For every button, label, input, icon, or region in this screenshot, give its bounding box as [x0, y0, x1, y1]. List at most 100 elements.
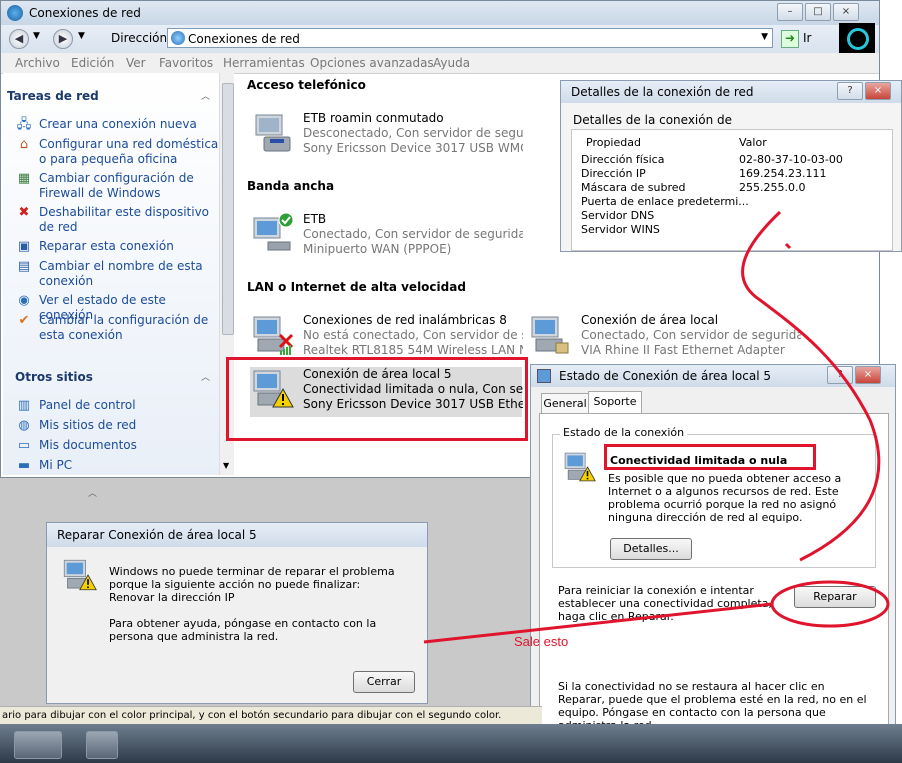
help-button[interactable]: ?	[837, 82, 863, 100]
highlight-box-status	[604, 444, 816, 470]
table-row: Dirección física	[581, 153, 665, 166]
go-button[interactable]: Ir	[803, 31, 811, 45]
connection-status-dialog: Estado de Conexión de área local 5 ? × G…	[530, 364, 896, 763]
help-button[interactable]: ?	[827, 366, 853, 384]
table-row: Puerta de enlace predetermi...	[581, 195, 749, 208]
close-button[interactable]: ×	[833, 3, 859, 21]
window-title: Conexiones de red	[29, 6, 141, 20]
repair-instructions: Para reiniciar la conexión e intentar es…	[558, 584, 772, 623]
window-titlebar: Conexiones de red – □ ×	[1, 1, 879, 25]
lan-limited-warning-icon	[63, 559, 97, 591]
task-pane: Tareas de red ︿ 🖧 Crear una conexión nue…	[3, 73, 220, 475]
connection-details-window: Detalles de la conexión de red ? × Detal…	[560, 80, 902, 252]
group-lan: LAN o Internet de alta velocidad	[247, 280, 466, 294]
scroll-thumb[interactable]	[222, 83, 234, 335]
repair-message: Windows no puede terminar de reparar el …	[109, 565, 395, 591]
chevron-down-icon[interactable]: ▼	[223, 461, 229, 470]
taskbar	[0, 724, 902, 763]
status-dialog-title: Estado de Conexión de área local 5	[559, 369, 771, 383]
menu-ayuda[interactable]: Ayuda	[433, 56, 470, 70]
menu-herramientas[interactable]: Herramientas	[223, 56, 305, 70]
menu-bar: Archivo Edición Ver Favoritos Herramient…	[1, 53, 879, 74]
rename-icon: ▤	[17, 259, 31, 274]
column-header-value[interactable]: Valor	[739, 136, 767, 149]
chevron-down-icon[interactable]: ▼	[33, 31, 40, 41]
lan-limited-warning-icon	[564, 452, 596, 482]
chevron-down-icon[interactable]: ▼	[78, 31, 85, 41]
menu-favoritos[interactable]: Favoritos	[159, 56, 213, 70]
table-row: Máscara de subred	[581, 181, 686, 194]
maximize-button[interactable]: □	[805, 3, 831, 21]
highlight-box-connection-5	[226, 357, 528, 441]
status-group-label: Estado de la conexión	[560, 426, 688, 439]
group-broadband: Banda ancha	[247, 179, 335, 193]
collapse-icon[interactable]: ︿	[201, 370, 210, 383]
details-heading: Detalles de la conexión de	[573, 113, 733, 127]
repair-result-dialog: Reparar Conexión de área local 5 Windows…	[46, 522, 428, 704]
repair-dialog-titlebar: Reparar Conexión de área local 5	[47, 523, 427, 547]
taskbar-app-button[interactable]	[86, 731, 118, 759]
menu-opciones-avanzadas[interactable]: Opciones avanzadas	[310, 56, 434, 70]
disable-icon: ✖	[18, 205, 30, 220]
table-row: Dirección IP	[581, 167, 646, 180]
network-icon	[537, 369, 551, 383]
repair-dialog-title: Reparar Conexión de área local 5	[57, 528, 257, 542]
column-header-property[interactable]: Propiedad	[586, 136, 641, 149]
menu-edicion[interactable]: Edición	[71, 56, 114, 70]
windows-logo-icon	[839, 23, 875, 53]
tab-general[interactable]: General	[541, 393, 589, 414]
network-folder-icon	[171, 31, 185, 45]
firewall-icon: ▦	[17, 171, 31, 186]
lan-connection-icon	[531, 316, 569, 354]
table-cell-value: 169.254.23.111	[739, 167, 827, 180]
go-arrow-icon[interactable]: ➜	[781, 30, 799, 48]
address-toolbar: ◀ ▼ ▶ ▼ Dirección Conexiones de red ▼ ➜ …	[1, 23, 879, 53]
repair-button[interactable]: Reparar	[794, 586, 876, 608]
minimize-button[interactable]: –	[777, 3, 803, 21]
broadband-connected-icon	[253, 212, 294, 251]
back-button[interactable]: ◀	[9, 29, 29, 49]
table-row: Servidor WINS	[581, 223, 660, 236]
repair-icon: ▣	[17, 239, 31, 254]
other-places-heading: Otros sitios	[15, 370, 93, 384]
menu-archivo[interactable]: Archivo	[15, 56, 60, 70]
details-button[interactable]: Detalles...	[610, 538, 692, 560]
taskbar-folder-button[interactable]	[14, 731, 62, 759]
details-titlebar: Detalles de la conexión de red ? ×	[561, 81, 901, 103]
connection-local-area[interactable]: Conexión de área local Conectado, Con se…	[528, 313, 801, 357]
status-icon: ◉	[18, 293, 30, 308]
chevron-down-icon[interactable]: ▼	[761, 32, 768, 42]
menu-ver[interactable]: Ver	[126, 56, 146, 70]
home-network-icon: ⌂	[19, 137, 29, 152]
control-panel-icon: ▥	[17, 398, 31, 413]
status-description: Es posible que no pueda obtener acceso a…	[608, 472, 842, 524]
address-value: Conexiones de red	[188, 32, 300, 46]
table-cell-value: 02-80-37-10-03-00	[739, 153, 843, 166]
settings-check-icon: ✔	[18, 313, 30, 328]
status-close-button[interactable]: ×	[855, 366, 881, 384]
collapse-icon[interactable]: ︿	[201, 89, 210, 102]
dialup-connection-icon	[255, 114, 291, 152]
details-title: Detalles de la conexión de red	[571, 85, 754, 99]
status-dialog-titlebar: Estado de Conexión de área local 5 ? ×	[531, 365, 895, 387]
connection-etb-roamin[interactable]: ETB roamin conmutado Desconectado, Con s…	[250, 111, 523, 155]
tasks-heading: Tareas de red	[7, 89, 99, 103]
tab-soporte[interactable]: Soporte	[588, 391, 642, 415]
table-cell-value: 255.255.0.0	[739, 181, 806, 194]
address-label: Dirección	[111, 31, 168, 45]
computer-icon: ▬	[17, 458, 31, 473]
repair-help-message: Para obtener ayuda, póngase en contacto …	[109, 617, 377, 643]
address-field[interactable]: Conexiones de red ▼	[167, 28, 773, 48]
connection-etb[interactable]: ETB Conectado, Con servidor de seguridad…	[250, 212, 523, 256]
network-places-icon: ◍	[18, 418, 30, 433]
paint-status-bar: ario para dibujar con el color principal…	[0, 706, 542, 725]
details-table: Propiedad Valor Dirección física 02-80-3…	[571, 129, 893, 251]
documents-icon: ▭	[17, 438, 31, 453]
repair-failed-action: Renovar la dirección IP	[109, 591, 235, 604]
window-app-icon	[7, 5, 23, 21]
forward-button[interactable]: ▶	[53, 29, 73, 49]
collapse-icon: ︿	[88, 489, 98, 499]
close-dialog-button[interactable]: Cerrar	[353, 671, 415, 693]
details-close-button[interactable]: ×	[865, 82, 891, 100]
connection-wireless-8[interactable]: Conexiones de red inalámbricas 8 No está…	[250, 313, 523, 357]
